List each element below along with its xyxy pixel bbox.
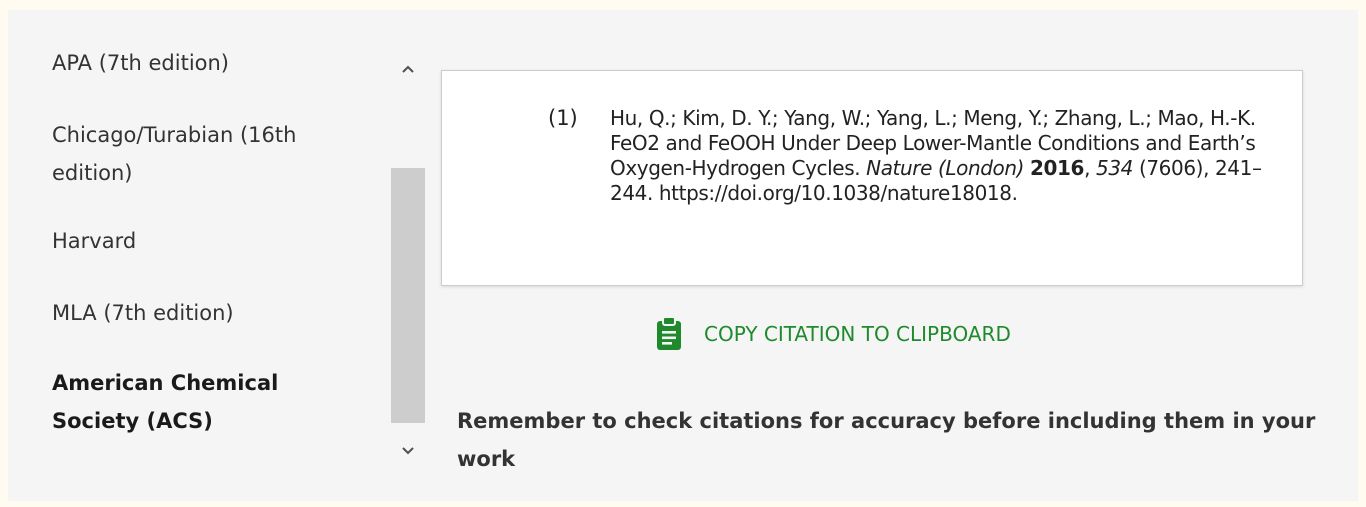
- style-item-harvard[interactable]: Harvard: [52, 222, 352, 260]
- chevron-up-icon: [402, 65, 414, 73]
- style-item-mla[interactable]: MLA (7th edition): [52, 294, 352, 332]
- citation-panel: APA (7th edition) Chicago/Turabian (16th…: [8, 10, 1358, 501]
- style-item-acs[interactable]: American Chemical Society (ACS): [52, 364, 312, 440]
- clipboard-icon: [657, 316, 681, 350]
- citation-year: 2016: [1030, 156, 1085, 180]
- citation-number: (1): [548, 106, 578, 130]
- style-item-apa[interactable]: APA (7th edition): [52, 44, 352, 82]
- citation-text: Hu, Q.; Kim, D. Y.; Yang, W.; Yang, L.; …: [610, 106, 1262, 205]
- scroll-thumb[interactable]: [391, 168, 425, 423]
- scroll-track[interactable]: [391, 86, 425, 434]
- style-item-label: Harvard: [52, 229, 137, 253]
- accuracy-reminder: Remember to check citations for accuracy…: [457, 409, 1316, 471]
- copy-citation-label: COPY CITATION TO CLIPBOARD: [704, 322, 1011, 346]
- copy-citation-button[interactable]: COPY CITATION TO CLIPBOARD: [654, 312, 1011, 356]
- scroll-up-button[interactable]: [391, 56, 425, 82]
- citation-volume: 534: [1096, 156, 1133, 180]
- style-item-label: American Chemical Society (ACS): [52, 371, 279, 433]
- citation-box: (1) Hu, Q.; Kim, D. Y.; Yang, W.; Yang, …: [441, 70, 1303, 286]
- style-item-label: MLA (7th edition): [52, 301, 234, 325]
- style-item-label: Chicago/Turabian (16th edition): [52, 123, 297, 185]
- chevron-down-icon: [402, 447, 414, 455]
- citation-journal: Nature (London): [866, 156, 1025, 180]
- citation-issue: (7606): [1138, 156, 1204, 180]
- citation-authors: Hu, Q.; Kim, D. Y.; Yang, W.; Yang, L.; …: [610, 106, 1256, 130]
- style-item-chicago[interactable]: Chicago/Turabian (16th edition): [52, 116, 352, 192]
- citation-doi: https://doi.org/10.1038/nature18018.: [658, 181, 1018, 205]
- style-list-scrollbar[interactable]: [391, 56, 425, 464]
- scroll-down-button[interactable]: [391, 438, 425, 464]
- style-item-label: APA (7th edition): [52, 51, 230, 75]
